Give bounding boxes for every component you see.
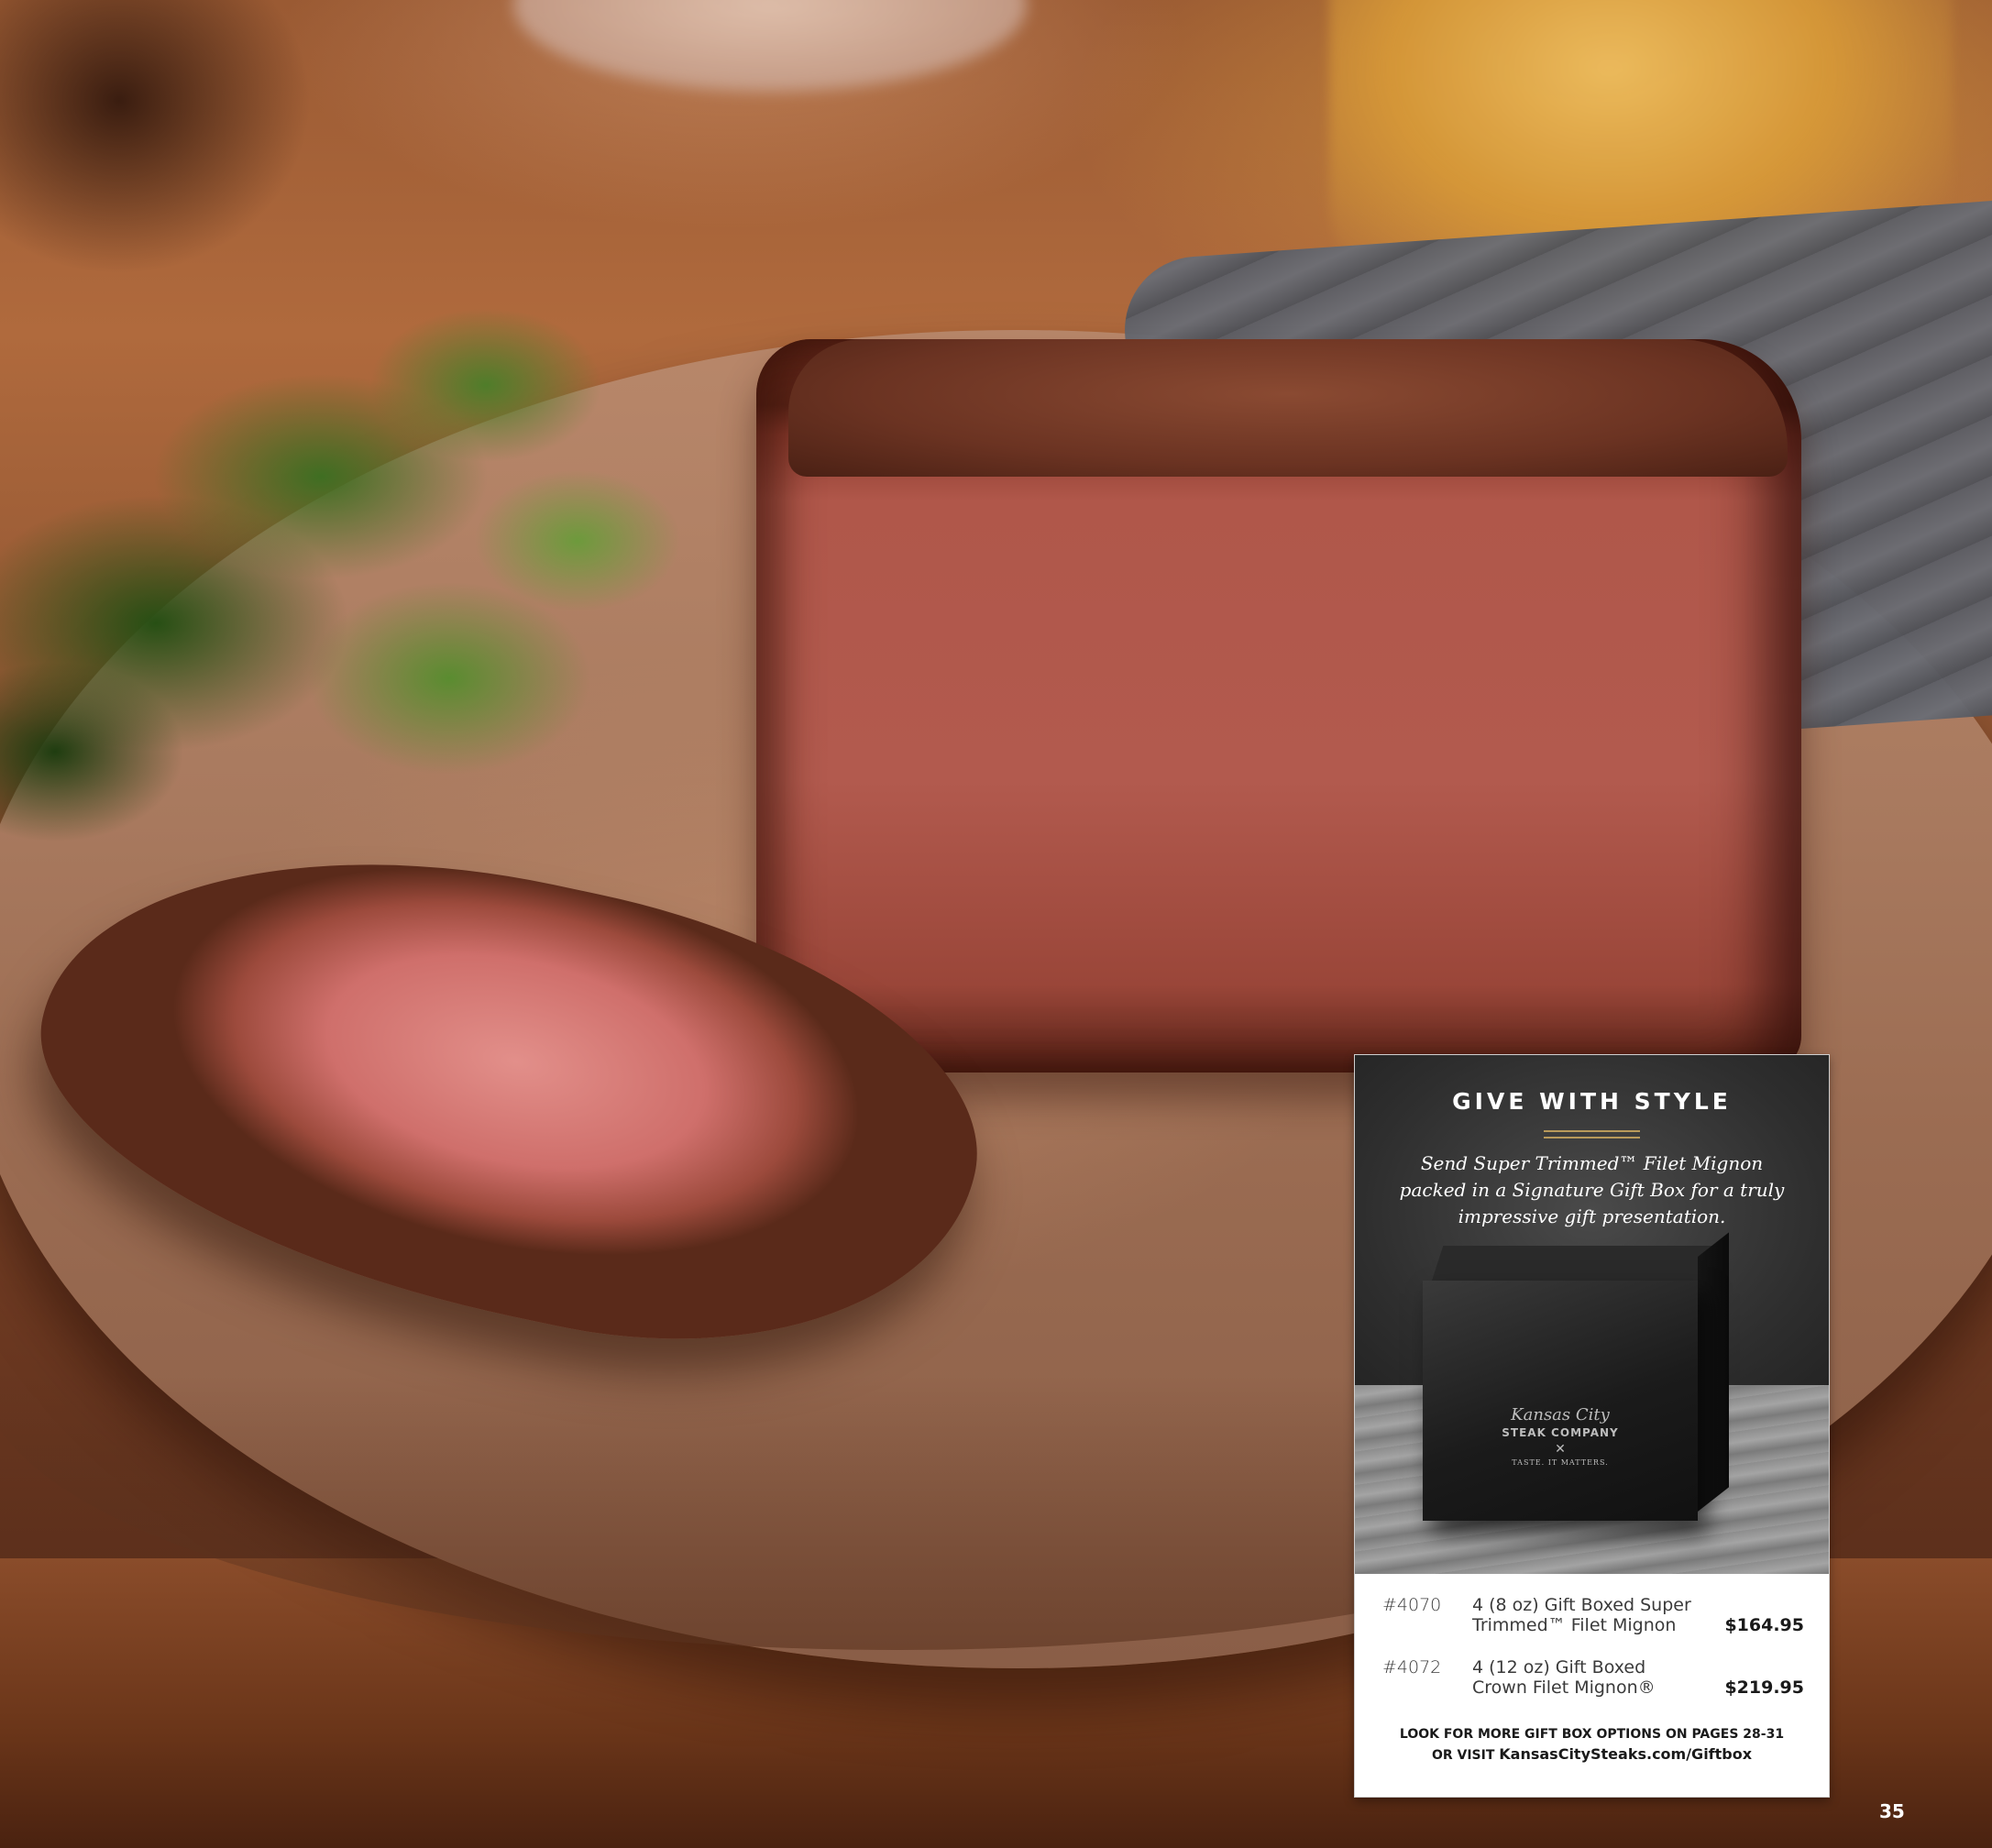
footer-line-1: LOOK FOR MORE GIFT BOX OPTIONS ON PAGES … (1399, 1727, 1785, 1742)
gift-box-side (1698, 1232, 1729, 1512)
product-sku: #4070 (1382, 1595, 1442, 1615)
title-divider (1544, 1137, 1640, 1138)
product-description: 4 (8 oz) Gift Boxed Super Trimmed™ Filet… (1472, 1595, 1691, 1635)
gift-box-lid (1432, 1246, 1719, 1281)
background-shadow (0, 0, 312, 275)
product-description: 4 (12 oz) Gift Boxed Crown Filet Mignon® (1472, 1657, 1656, 1698)
steak-company-logo: Kansas City STEAK COMPANY ✕ TASTE. IT MA… (1423, 1405, 1698, 1467)
title-divider (1544, 1130, 1640, 1132)
gift-box-footer-note: LOOK FOR MORE GIFT BOX OPTIONS ON PAGES … (1373, 1724, 1810, 1766)
logo-tagline: TASTE. IT MATTERS. (1512, 1458, 1609, 1467)
gift-box-card: GIVE WITH STYLE Send Super Trimmed™ File… (1354, 1054, 1830, 1798)
card-title: GIVE WITH STYLE (1452, 1088, 1732, 1115)
gift-box-image: Kansas City STEAK COMPANY ✕ TASTE. IT MA… (1423, 1232, 1734, 1521)
page-number: 35 (1879, 1800, 1905, 1822)
blurred-bowl (513, 0, 1027, 92)
card-header-panel: GIVE WITH STYLE Send Super Trimmed™ File… (1355, 1055, 1829, 1574)
logo-name-text: STEAK COMPANY (1502, 1426, 1619, 1439)
crossed-knives-icon: ✕ (1555, 1441, 1566, 1456)
steak-seared-crust (788, 339, 1788, 477)
footer-prefix: OR VISIT (1431, 1748, 1500, 1763)
footer-line-2: OR VISIT KansasCitySteaks.com/Giftbox (1373, 1744, 1810, 1766)
salad-greens (0, 238, 798, 880)
logo-script-text: Kansas City (1511, 1405, 1610, 1424)
product-price: $219.95 (1724, 1678, 1804, 1698)
giftbox-website-link[interactable]: KansasCitySteaks.com/Giftbox (1499, 1745, 1752, 1763)
product-price: $164.95 (1724, 1615, 1804, 1635)
gift-box-front: Kansas City STEAK COMPANY ✕ TASTE. IT MA… (1423, 1281, 1698, 1521)
product-sku: #4072 (1382, 1657, 1442, 1678)
card-description: Send Super Trimmed™ Filet Mignon packed … (1399, 1152, 1785, 1227)
